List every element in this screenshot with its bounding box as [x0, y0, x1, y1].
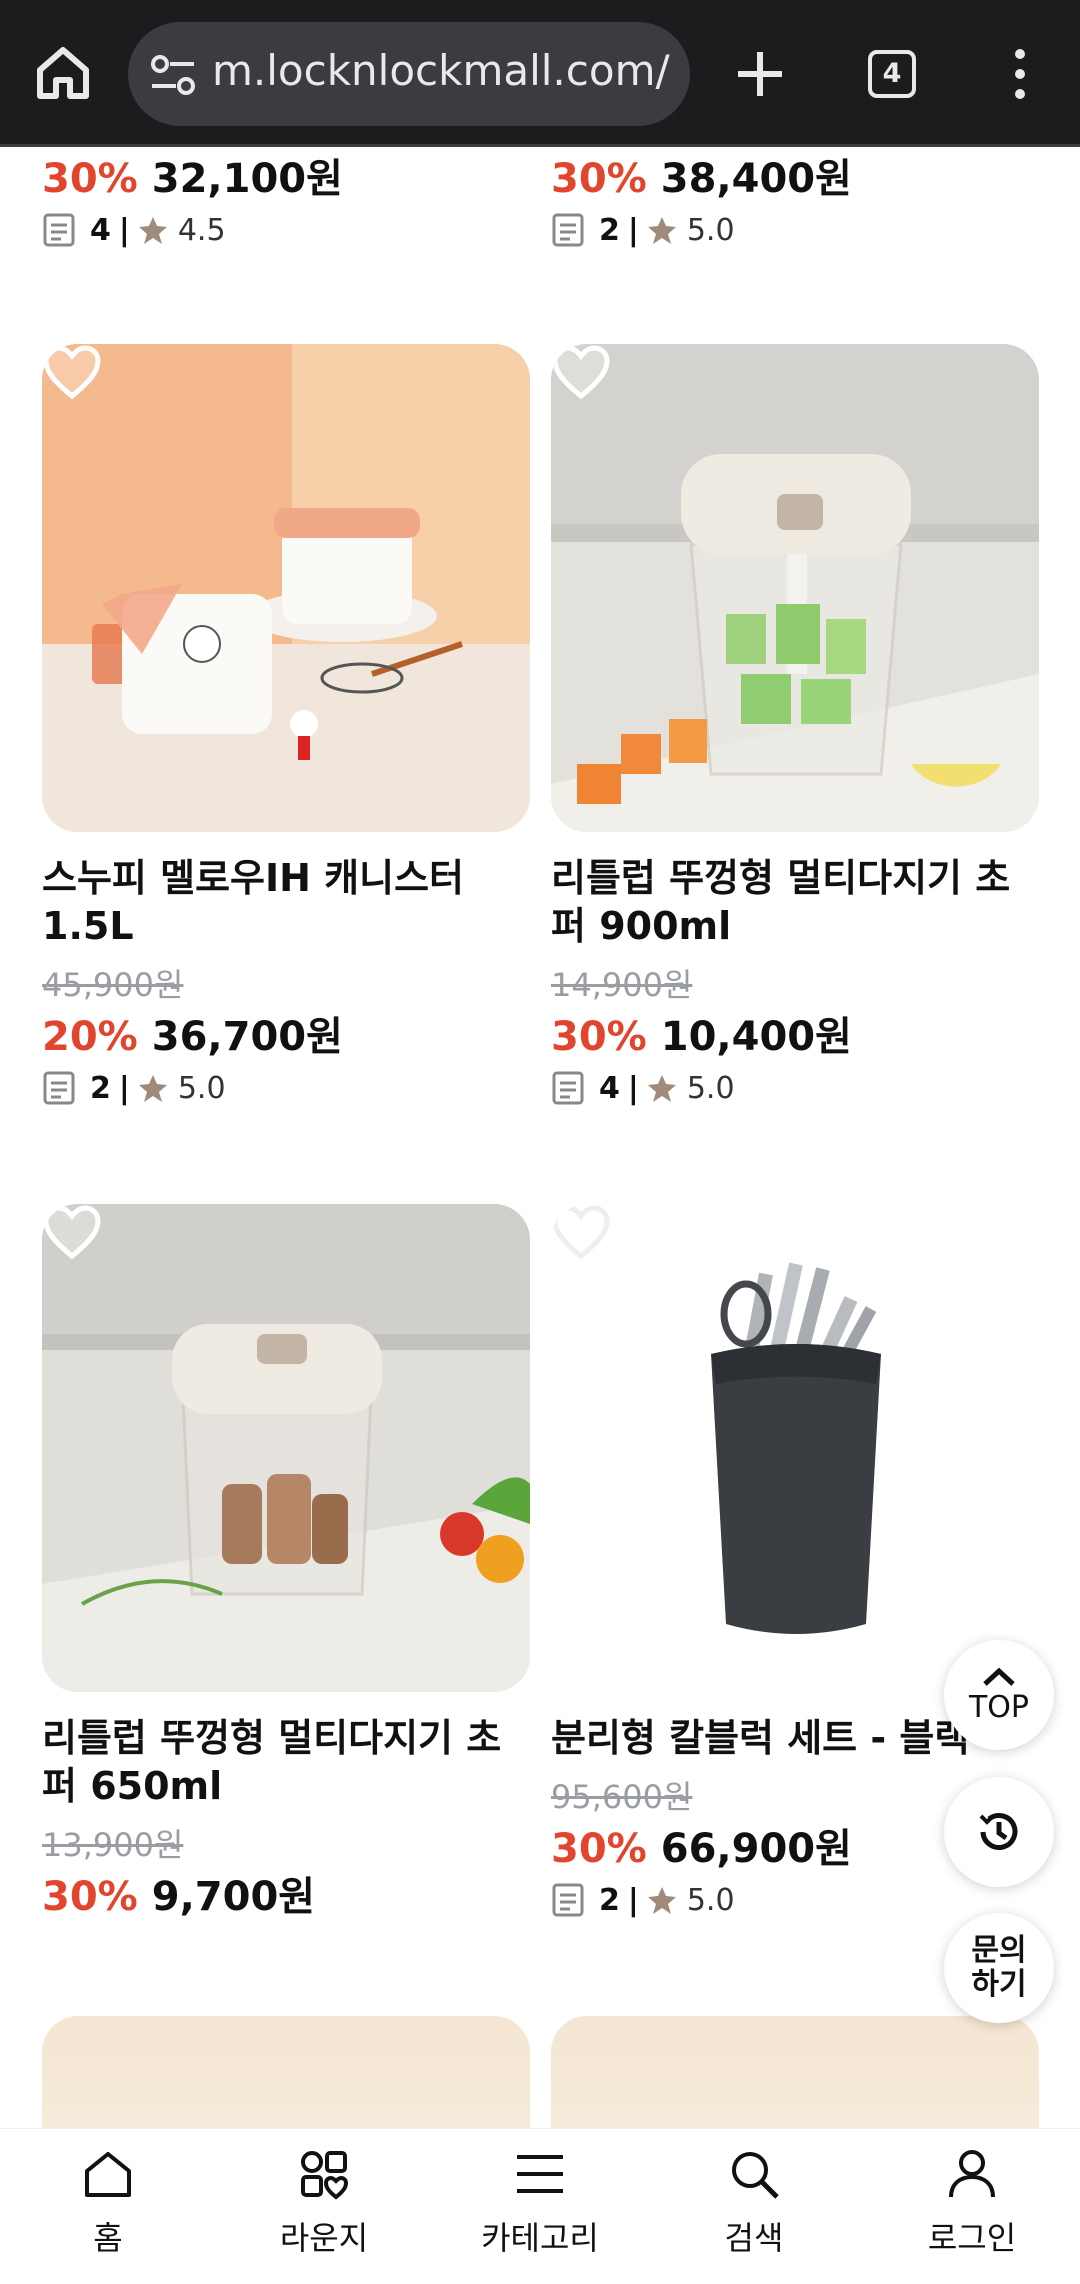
discount-rate: 20% [42, 1014, 138, 1060]
top-label: TOP [968, 1689, 1030, 1725]
product-list: 30% 32,100원 4 | 4.5 30% 38,400원 2 | 5.0 [0, 150, 1080, 2130]
divider: | [627, 1882, 639, 1918]
product-card[interactable]: 리틀럽 뚜껑형 멀티다지기 초퍼 650ml 13,900원 30% 9,700… [42, 1204, 530, 1920]
review-count: 2 [599, 212, 620, 248]
discount-rate: 30% [551, 156, 647, 202]
rating-value: 5.0 [177, 1070, 226, 1106]
home-icon [85, 2152, 131, 2197]
product-photo [551, 1204, 1039, 1692]
menu-icon [517, 2155, 563, 2193]
divider: | [627, 212, 639, 248]
nav-login[interactable]: 로그인 [892, 2145, 1052, 2259]
review-count: 2 [599, 1882, 620, 1918]
inquiry-label: 문의하기 [971, 1933, 1027, 2002]
sale-price: 66,900원 [660, 1826, 852, 1872]
bottom-navigation: 홈 라운지 카테고리 검색 로그인 [0, 2128, 1080, 2284]
new-tab-icon[interactable] [730, 44, 790, 104]
sale-price: 36,700원 [151, 1014, 343, 1060]
nav-label: 검색 [724, 2219, 784, 2257]
nav-home[interactable]: 홈 [28, 2145, 188, 2259]
home-icon[interactable] [30, 40, 96, 106]
nav-lounge[interactable]: 라운지 [244, 2145, 404, 2259]
chevron-up-icon [983, 1667, 1015, 1686]
review-count: 2 [90, 1070, 111, 1106]
star-icon [647, 1887, 676, 1914]
wishlist-heart-icon[interactable] [42, 1204, 102, 1260]
rating-value: 4.5 [177, 212, 226, 248]
discount-rate: 30% [42, 156, 138, 202]
browser-toolbar: m.locknlockmall.com/ 4 [0, 0, 1080, 147]
review-icon [552, 213, 584, 247]
product-image[interactable] [551, 1204, 1039, 1692]
original-price: 13,900원 [42, 1826, 184, 1864]
product-photo [42, 344, 530, 832]
original-price: 14,900원 [551, 966, 693, 1004]
divider: | [627, 1070, 639, 1106]
tab-switcher-button[interactable]: 4 [868, 50, 916, 98]
site-settings-icon[interactable] [150, 54, 196, 96]
divider: | [118, 1070, 130, 1106]
sale-price: 32,100원 [151, 156, 343, 202]
nav-category[interactable]: 카테고리 [460, 2145, 620, 2259]
review-icon [552, 1883, 584, 1917]
nav-label: 라운지 [279, 2219, 369, 2257]
star-icon [138, 1075, 167, 1102]
history-icon [979, 1813, 1018, 1850]
review-count: 4 [599, 1070, 620, 1106]
discount-rate: 30% [551, 1014, 647, 1060]
review-icon [552, 1071, 584, 1105]
wishlist-heart-icon[interactable] [551, 344, 611, 400]
review-icon [43, 1071, 75, 1105]
product-image[interactable] [551, 344, 1039, 832]
product-card[interactable]: 리틀럽 뚜껑형 멀티다지기 초퍼 900ml 14,900원 30% 10,40… [551, 344, 1039, 1108]
discount-rate: 30% [551, 1826, 647, 1872]
nav-label: 카테고리 [481, 2219, 599, 2257]
review-icon [43, 213, 75, 247]
sale-price: 38,400원 [660, 156, 852, 202]
wishlist-heart-icon[interactable] [42, 344, 102, 400]
product-photo [42, 1204, 530, 1692]
inquiry-button[interactable]: 문의하기 [944, 1913, 1054, 2023]
url-text[interactable]: m.locknlockmall.com/ [212, 46, 670, 95]
product-card[interactable]: 30% 38,400원 2 | 5.0 [551, 150, 1039, 250]
nav-label: 로그인 [927, 2219, 1017, 2257]
lounge-icon [301, 2151, 349, 2200]
product-card[interactable]: 스누피 멜로우IH 캐니스터 1.5L 45,900원 20% 36,700원 … [42, 344, 530, 1108]
star-icon [647, 217, 676, 244]
wishlist-heart-icon[interactable] [551, 1204, 611, 1260]
original-price: 45,900원 [42, 966, 184, 1004]
nav-search[interactable]: 검색 [674, 2145, 834, 2259]
rating-value: 5.0 [686, 212, 735, 248]
star-icon [138, 217, 167, 244]
rating-value: 5.0 [686, 1882, 735, 1918]
more-menu-icon[interactable] [1005, 44, 1035, 104]
product-card[interactable]: 30% 32,100원 4 | 4.5 [42, 150, 530, 250]
product-image[interactable] [42, 1204, 530, 1692]
product-image[interactable] [551, 2016, 1039, 2130]
sale-price: 10,400원 [660, 1014, 852, 1060]
rating-value: 5.0 [686, 1070, 735, 1106]
divider: | [118, 212, 130, 248]
address-bar[interactable]: m.locknlockmall.com/ [128, 22, 690, 126]
product-name[interactable]: 스누피 멜로우IH 캐니스터 1.5L [42, 854, 530, 950]
recent-history-button[interactable] [944, 1777, 1054, 1887]
discount-rate: 30% [42, 1874, 138, 1920]
product-name[interactable]: 리틀럽 뚜껑형 멀티다지기 초퍼 900ml [551, 854, 1039, 950]
review-count: 4 [90, 212, 111, 248]
star-icon [647, 1075, 676, 1102]
product-photo [551, 344, 1039, 832]
nav-label: 홈 [93, 2219, 123, 2257]
product-image[interactable] [42, 2016, 530, 2130]
user-icon [949, 2150, 995, 2198]
product-image[interactable] [42, 344, 530, 832]
sale-price: 9,700원 [151, 1874, 316, 1920]
search-icon [732, 2152, 779, 2199]
product-name[interactable]: 리틀럽 뚜껑형 멀티다지기 초퍼 650ml [42, 1714, 530, 1810]
scroll-top-button[interactable]: TOP [944, 1640, 1054, 1750]
